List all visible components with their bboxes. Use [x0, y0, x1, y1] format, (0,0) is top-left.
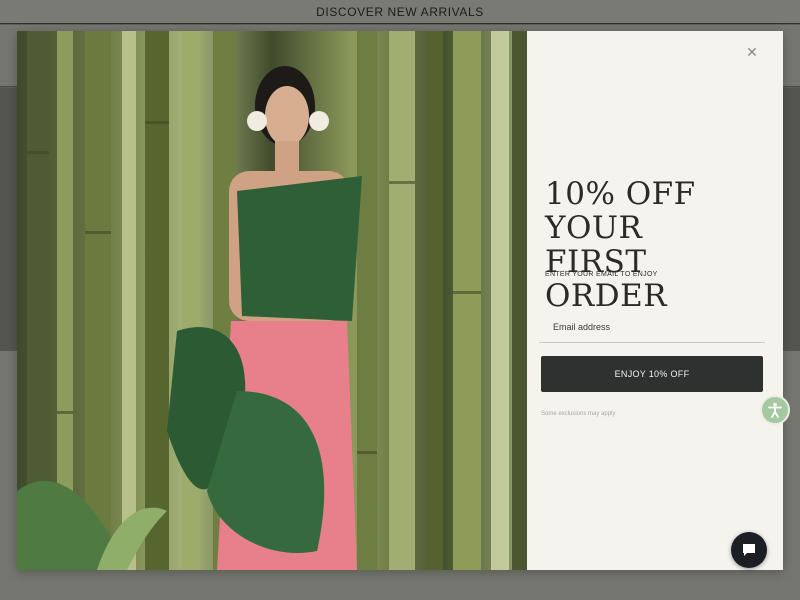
- announcement-bar[interactable]: DISCOVER NEW ARRIVALS: [0, 0, 800, 24]
- email-prompt: ENTER YOUR EMAIL TO ENJOY: [545, 271, 658, 278]
- bamboo-model-illustration: [17, 31, 527, 570]
- offer-headline: 10% OFF YOUR FIRST ORDER: [545, 177, 771, 313]
- headline-line-2: FIRST ORDER: [545, 244, 668, 314]
- close-icon[interactable]: ✕: [743, 43, 761, 61]
- enjoy-discount-button[interactable]: ENJOY 10% OFF: [541, 356, 763, 392]
- signup-panel: ✕ 10% OFF YOUR FIRST ORDER ENTER YOUR EM…: [527, 31, 783, 570]
- accessibility-icon[interactable]: [760, 395, 790, 425]
- newsletter-popup: ✕ 10% OFF YOUR FIRST ORDER ENTER YOUR EM…: [17, 31, 783, 570]
- chat-icon[interactable]: [731, 532, 767, 568]
- fine-print: Some exclusions may apply: [541, 411, 616, 417]
- announcement-text: DISCOVER NEW ARRIVALS: [316, 4, 484, 19]
- headline-line-1: 10% OFF YOUR: [545, 176, 696, 246]
- hero-photo: [17, 31, 527, 570]
- email-field[interactable]: [539, 311, 765, 343]
